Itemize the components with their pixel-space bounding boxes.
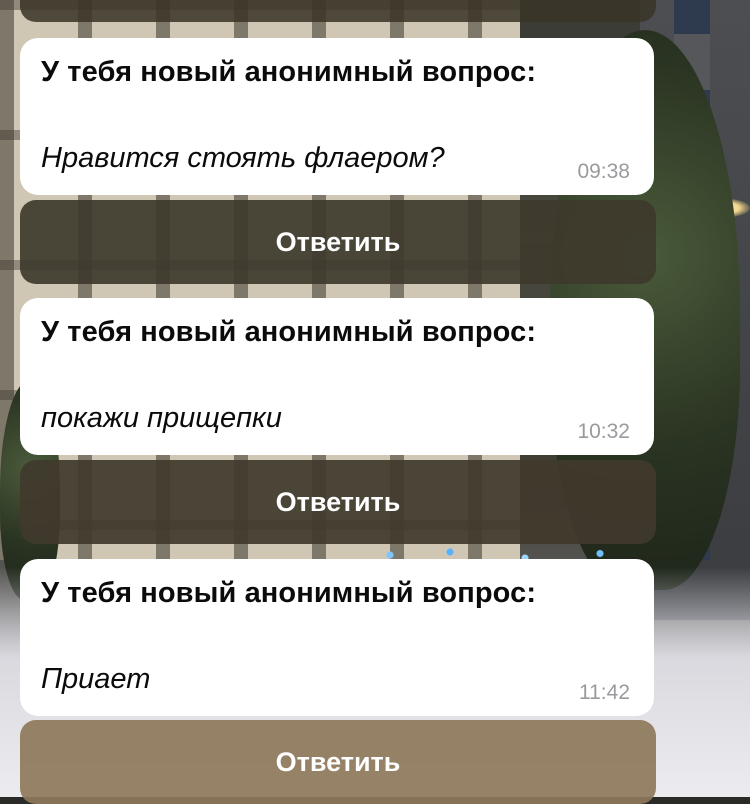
message-heading: У тебя новый анонимный вопрос:	[41, 56, 537, 88]
message-question: Приает	[41, 663, 151, 695]
reply-button[interactable]: Ответить	[20, 200, 656, 284]
message-bubble: У тебя новый анонимный вопрос: Приает 11…	[20, 559, 654, 716]
message-question: покажи прищепки	[41, 402, 282, 434]
message-timestamp: 11:42	[579, 681, 630, 704]
previous-reply-button[interactable]	[20, 0, 656, 22]
message-bubble: У тебя новый анонимный вопрос: Нравится …	[20, 38, 654, 195]
reply-button[interactable]: Ответить	[20, 720, 656, 804]
message-heading: У тебя новый анонимный вопрос:	[41, 577, 537, 609]
message-bubble: У тебя новый анонимный вопрос: покажи пр…	[20, 298, 654, 455]
message-question: Нравится стоять флаером?	[41, 142, 445, 174]
message-heading: У тебя новый анонимный вопрос:	[41, 316, 537, 348]
message-timestamp: 10:32	[577, 420, 630, 443]
message-timestamp: 09:38	[577, 160, 630, 183]
reply-button[interactable]: Ответить	[20, 460, 656, 544]
